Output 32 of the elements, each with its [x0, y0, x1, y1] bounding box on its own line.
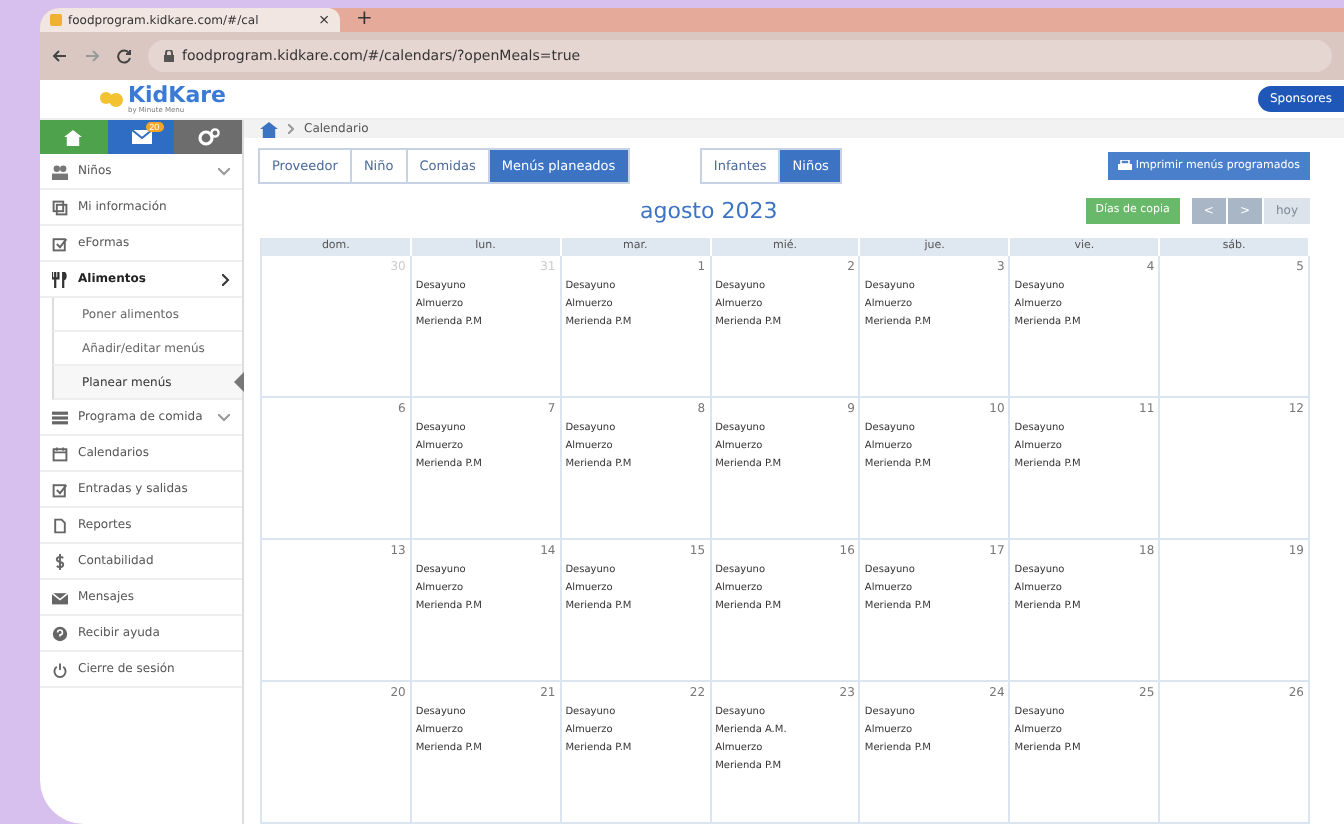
mail-icon: [131, 130, 151, 144]
help-icon: [52, 625, 68, 641]
list-icon: [52, 409, 68, 425]
dollar-icon: [52, 553, 68, 569]
home-button[interactable]: [40, 120, 108, 154]
chevron-down-icon: [218, 167, 230, 175]
reload-icon[interactable]: [116, 48, 132, 64]
fork-knife-icon: [52, 271, 68, 287]
home-icon[interactable]: [260, 121, 278, 137]
back-icon[interactable]: [52, 48, 68, 64]
power-icon: [52, 661, 68, 677]
chevron-down-icon: [218, 413, 230, 421]
settings-button[interactable]: [174, 120, 243, 154]
calendar-icon: [52, 445, 68, 461]
logo-text: KidKare: [128, 84, 227, 106]
favicon-icon: [50, 14, 62, 26]
people-icon: [52, 163, 68, 179]
pointer-icon: [234, 372, 244, 392]
home-icon: [64, 129, 83, 145]
printer-icon: [1117, 160, 1132, 172]
checkbox-icon: [52, 481, 68, 497]
logo-icon: [100, 89, 124, 109]
mail-icon: [52, 589, 68, 605]
lock-icon: [164, 50, 174, 62]
checkbox-icon: [52, 235, 68, 251]
copy-icon: [52, 199, 68, 215]
month-title: agosto 2023: [640, 197, 778, 223]
chevron-right-icon: [288, 124, 294, 134]
new-tab-button[interactable]: +: [356, 8, 373, 32]
document-icon: [52, 517, 68, 533]
chevron-right-icon: [222, 273, 230, 285]
settings-icon: [197, 128, 220, 146]
